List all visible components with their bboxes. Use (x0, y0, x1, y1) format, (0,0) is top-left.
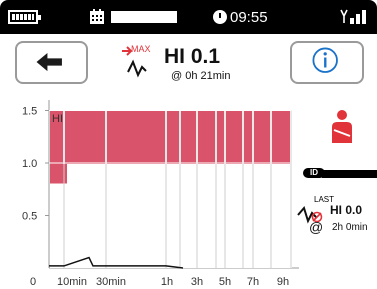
x-tick-label: 10min (57, 276, 87, 288)
max-label: MAX (131, 44, 151, 54)
y-axis-title: HI (52, 113, 63, 125)
calendar-icon (90, 9, 104, 24)
max-reading-time: @ 0h 21min (171, 70, 231, 82)
max-reading-value: HI 0.1 (164, 45, 221, 68)
x-tick-label: 7h (247, 276, 259, 288)
x-tick-label: 5h (219, 276, 231, 288)
y-tick-label: 1.5 (22, 106, 37, 118)
back-button[interactable] (15, 41, 88, 84)
last-at-symbol: @ (309, 219, 324, 235)
x-tick-label: 1h (161, 276, 173, 288)
person-icon (332, 110, 352, 143)
id-value-bar (322, 170, 377, 178)
y-tick-label: 1.0 (22, 158, 37, 170)
battery-icon (8, 10, 41, 24)
arrow-left-icon (36, 52, 62, 72)
info-button[interactable] (290, 41, 364, 84)
info-icon (312, 47, 338, 73)
date-field (111, 11, 177, 23)
plot-background (50, 164, 292, 268)
signal-icon (340, 9, 366, 24)
y-tick-label: 0.5 (22, 211, 37, 223)
x-tick-label: 30min (96, 276, 126, 288)
status-bar: 09:55 (0, 0, 377, 34)
x-tick-label: 9h (277, 276, 289, 288)
x-tick-label: 3h (191, 276, 203, 288)
screen: 09:55 MAX HI 0.1 @ 0h 21min 1.5 1.0 0.5 HI 0… (0, 0, 377, 289)
status-time: 09:55 (230, 9, 268, 26)
last-reading-value: HI 0.0 (330, 203, 363, 217)
hi-history-chart: 1.5 1.0 0.5 HI 0 10min 30min 1h 3h 5h 7h 9h (22, 100, 299, 288)
last-reading-time: 2h 0min (332, 222, 368, 233)
clock-icon (213, 10, 227, 24)
x-tick-label: 0 (30, 276, 36, 288)
